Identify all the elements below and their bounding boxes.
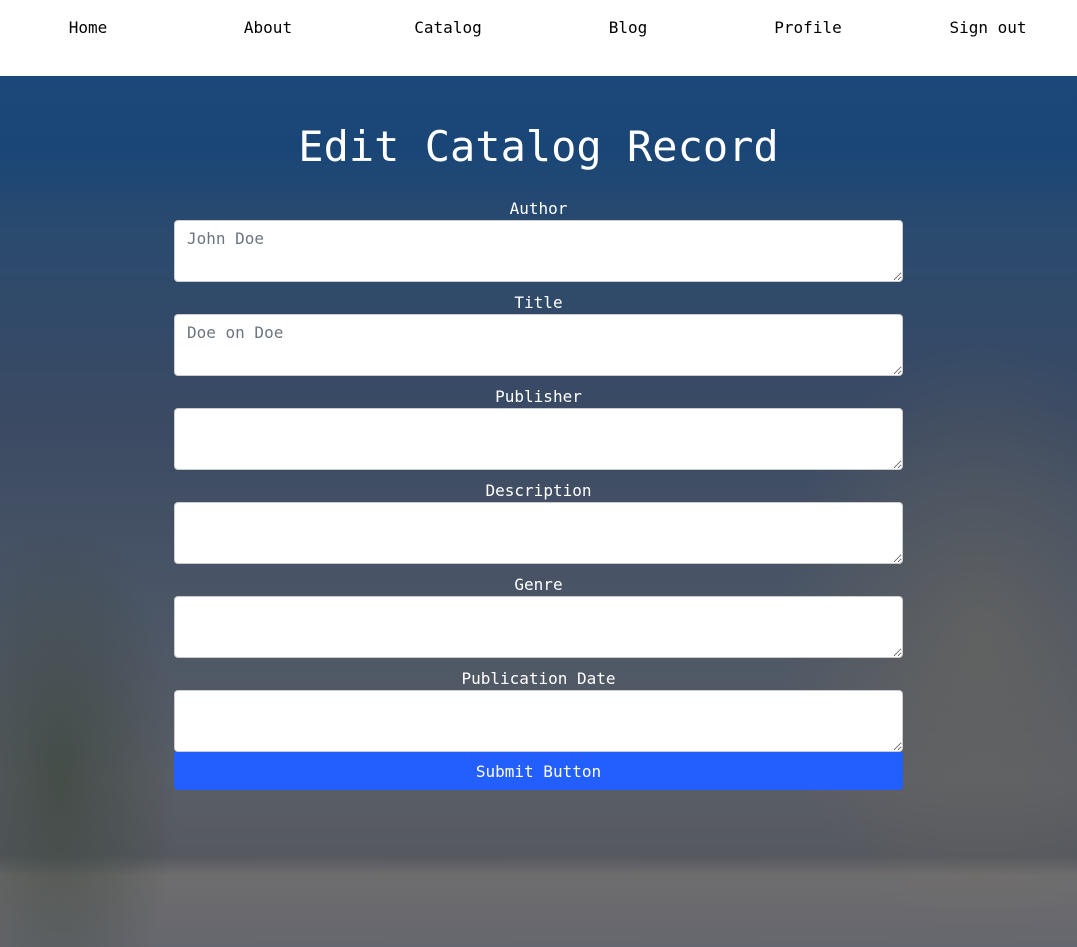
nav-blog[interactable]: Blog [538,18,718,37]
author-label: Author [509,199,568,218]
submit-button[interactable]: Submit Button [174,752,903,790]
description-input[interactable] [174,502,903,564]
publication-date-input[interactable] [174,690,903,752]
publisher-input[interactable] [174,408,903,470]
title-input[interactable] [174,314,903,376]
publication-date-label: Publication Date [461,669,616,688]
nav-sign-out[interactable]: Sign out [898,18,1077,37]
nav-profile[interactable]: Profile [718,18,898,37]
genre-input[interactable] [174,596,903,658]
edit-catalog-form: Author Title Publisher Description Genre… [174,198,903,790]
publisher-label: Publisher [495,387,582,406]
nav-about[interactable]: About [178,18,358,37]
author-input[interactable] [174,220,903,282]
nav-catalog[interactable]: Catalog [358,18,538,37]
description-label: Description [485,481,592,500]
title-label: Title [514,293,563,312]
page-title: Edit Catalog Record [298,122,779,171]
top-nav: Home About Catalog Blog Profile Sign out [0,0,1077,76]
genre-label: Genre [514,575,563,594]
nav-home[interactable]: Home [0,18,178,37]
